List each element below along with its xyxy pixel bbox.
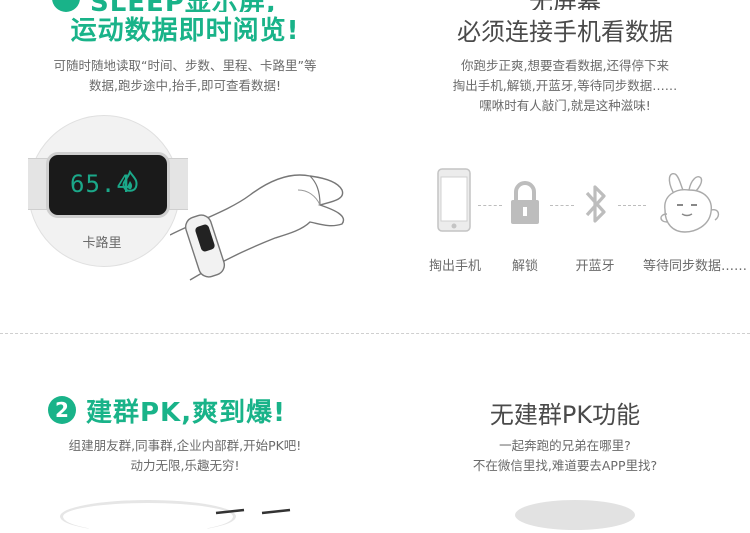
section1-right-desc-line2: 掏出手机,解锁,开蓝牙,等待同步数据…… — [452, 78, 678, 93]
section1-right-title-top-wrap: 无屏幕 — [430, 0, 700, 10]
app-illustration — [515, 500, 635, 530]
step-connector-1 — [478, 205, 502, 206]
step-label-phone: 掏出手机 — [428, 259, 481, 274]
section-divider — [0, 333, 750, 334]
display-caption: 卡路里 — [82, 236, 122, 251]
section1-right-desc-line3: 嘿咻时有人敲门,就是这种滋味! — [479, 98, 651, 113]
section2-left-desc-line1: 组建朋友群,同事群,企业内部群,开始PK吧! — [68, 438, 302, 453]
section2-left-desc: 组建朋友群,同事群,企业内部群,开始PK吧! 动力无限,乐趣无穷! — [15, 436, 355, 476]
lock-icon — [508, 180, 542, 226]
group-illustration-marks — [210, 500, 300, 515]
bluetooth-icon — [582, 180, 610, 228]
hand-illustration — [169, 160, 355, 285]
step-label-sync: 等待同步数据…… — [643, 259, 748, 274]
step-connector-2 — [550, 205, 574, 206]
section1-left-title: 运动数据即时阅览! — [70, 16, 300, 46]
section1-right-desc-line1: 你跑步正爽,想要查看数据,还得停下来 — [461, 58, 669, 73]
section2-right-desc-line1: 一起奔跑的兄弟在哪里? — [499, 438, 631, 453]
section2-right-desc: 一起奔跑的兄弟在哪里? 不在微信里找,难道要去APP里找? — [405, 436, 725, 476]
step-label-lock: 解锁 — [511, 259, 538, 274]
section2-right-desc-line2: 不在微信里找,难道要去APP里找? — [472, 458, 658, 473]
section1-left-desc: 可随时随地读取“时间、步数、里程、卡路里”等 数据,跑步途中,抬手,即可查看数据… — [15, 56, 355, 96]
rabbit-icon — [655, 170, 725, 236]
section1-right-desc: 你跑步正爽,想要查看数据,还得停下来 掏出手机,解锁,开蓝牙,等待同步数据…… … — [405, 56, 725, 116]
flame-icon — [120, 169, 140, 194]
section1-left-desc-line1: 可随时随地读取“时间、步数、里程、卡路里”等 — [53, 58, 317, 73]
section1-right-title-top: 无屏幕 — [430, 0, 700, 10]
step-label-bluetooth: 开蓝牙 — [575, 259, 615, 274]
section2-right-title: 无建群PK功能 — [489, 401, 641, 429]
phone-icon — [437, 168, 471, 232]
section1-left-desc-line2: 数据,跑步途中,抬手,即可查看数据! — [89, 78, 281, 93]
section1-right-title: 必须连接手机看数据 — [457, 18, 673, 46]
section2-left-heading: 2 建群PK,爽到爆! — [40, 395, 340, 428]
section2-left-title: 建群PK,爽到爆! — [86, 398, 286, 428]
number-badge-2: 2 — [48, 396, 76, 424]
step-connector-3 — [618, 205, 646, 206]
section2-left-desc-line2: 动力无限,乐趣无穷! — [130, 458, 240, 473]
